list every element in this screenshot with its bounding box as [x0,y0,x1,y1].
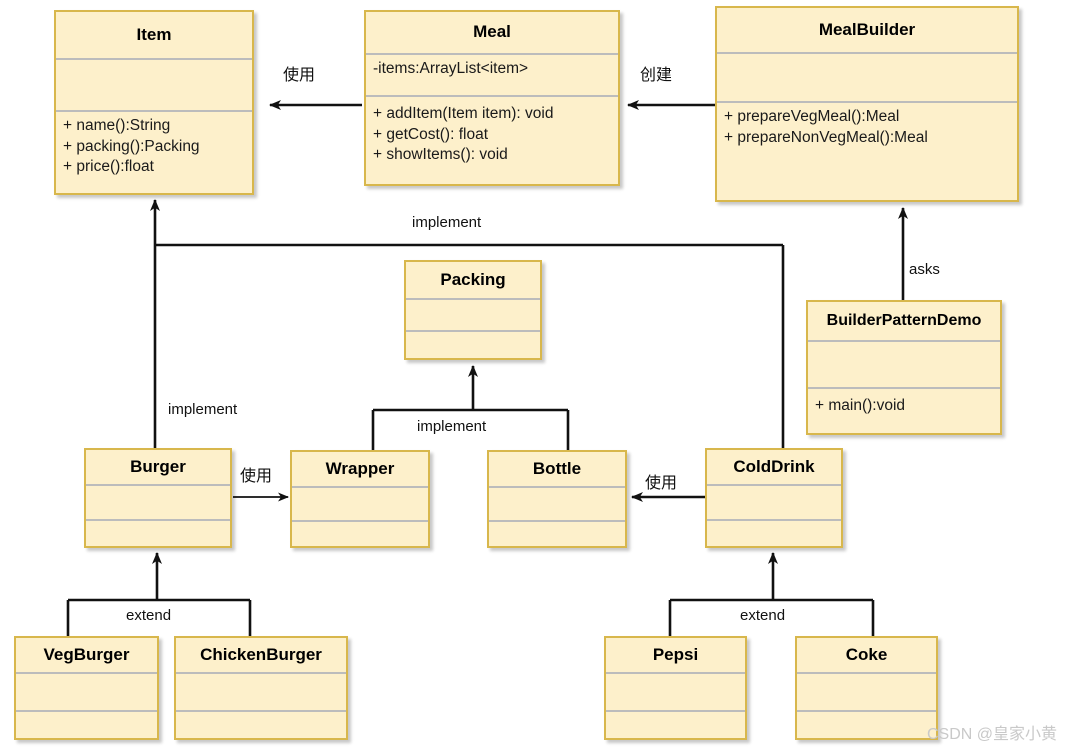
class-methods-pepsi [606,712,745,738]
class-attributes-vegburger [16,674,157,710]
class-box-item[interactable]: Item + name():String + packing():Packing… [54,10,254,195]
edge-label-demo-asks-mealbuilder: asks [909,261,940,278]
class-title-colddrink: ColdDrink [733,456,815,476]
uml-class-diagram: Item : 使用 --> Meal : 创建 --> MealBuilder … [0,0,1065,750]
class-attributes-pepsi [606,674,745,710]
class-methods-coke [797,712,936,738]
class-methods-chickenburger [176,712,346,738]
class-methods-meal: + addItem(Item item): void + getCost(): … [366,97,618,184]
class-title-coke: Coke [845,644,888,664]
class-methods-item: + name():String + packing():Packing + pr… [56,112,252,193]
method-row: + name():String [63,117,171,134]
class-methods-colddrink [707,521,841,546]
edge-label-packing-implement: implement [413,418,491,435]
class-title-packing: Packing [440,269,506,289]
class-title-vegburger: VegBurger [43,644,130,664]
class-title-wrapper: Wrapper [325,458,395,478]
class-methods-builderpatterndemo: + main():void [808,389,1000,433]
csdn-watermark: CSDN @皇家小黄 [926,726,1057,743]
edge-label-burger-implement: implement [168,401,238,418]
class-box-vegburger[interactable]: VegBurger [14,636,159,740]
class-box-packing[interactable]: Packing [404,260,542,360]
class-title-mealbuilder: MealBuilder [818,19,916,39]
edge-label-burger-uses-wrapper: 使用 [240,468,273,485]
edge-label-colddrink-uses-bottle: 使用 [645,475,678,492]
class-box-wrapper[interactable]: Wrapper [290,450,430,548]
class-title-burger: Burger [130,456,186,476]
method-row: + getCost(): float [373,125,489,143]
class-attributes-bottle [489,488,625,520]
class-attributes-builderpatterndemo [808,342,1000,387]
edge-label-meal-uses-item: 使用 [283,67,316,84]
edge-packing-implement-tree [371,365,570,450]
class-box-mealbuilder[interactable]: MealBuilder + prepareVegMeal():Meal + pr… [715,6,1019,202]
method-row: + addItem(Item item): void [373,105,554,122]
class-box-bottle[interactable]: Bottle [487,450,627,548]
method-row: + main():void [815,397,906,414]
class-attributes-wrapper [292,488,428,520]
class-box-colddrink[interactable]: ColdDrink [705,448,843,548]
class-box-meal[interactable]: Meal -items:ArrayList<item> + addItem(It… [364,10,620,186]
class-methods-burger [86,521,230,546]
class-attributes-item [56,60,252,110]
class-methods-bottle [489,522,625,546]
edge-label-mealbuilder-creates-meal: 创建 [640,67,673,84]
method-row: + prepareNonVegMeal():Meal [724,128,928,146]
method-row: + packing():Packing [63,137,200,155]
class-methods-vegburger [16,712,157,738]
edge-label-colddrink-extend: extend [735,607,791,624]
class-attributes-chickenburger [176,674,346,710]
class-methods-mealbuilder: + prepareVegMeal():Meal + prepareNonVegM… [717,103,1017,200]
class-attributes-mealbuilder [717,54,1017,101]
method-row: + price():float [63,158,154,176]
class-attributes-coke [797,674,936,710]
class-title-pepsi: Pepsi [652,644,699,664]
class-attributes-burger [86,486,230,519]
class-title-bottle: Bottle [532,458,582,478]
class-box-chickenburger[interactable]: ChickenBurger [174,636,348,740]
class-attributes-meal: -items:ArrayList<item> [366,55,618,95]
class-box-burger[interactable]: Burger [84,448,232,548]
class-attributes-colddrink [707,486,841,519]
class-box-coke[interactable]: Coke [795,636,938,740]
class-title-chickenburger: ChickenBurger [200,644,322,664]
attribute-row: -items:ArrayList<item> [373,60,529,77]
class-title-item: Item [136,24,172,44]
class-methods-packing [406,332,540,358]
class-title-builderpatterndemo: BuilderPatternDemo [826,312,982,330]
class-attributes-packing [406,300,540,330]
class-box-pepsi[interactable]: Pepsi [604,636,747,740]
class-box-builderpatterndemo[interactable]: BuilderPatternDemo + main():void [806,300,1002,435]
method-row: + prepareVegMeal():Meal [724,108,900,125]
edge-label-items-implement: implement [408,214,486,231]
method-row: + showItems(): void [373,146,508,164]
class-title-meal: Meal [473,22,511,42]
edge-label-burger-extend: extend [121,607,177,624]
class-methods-wrapper [292,522,428,546]
